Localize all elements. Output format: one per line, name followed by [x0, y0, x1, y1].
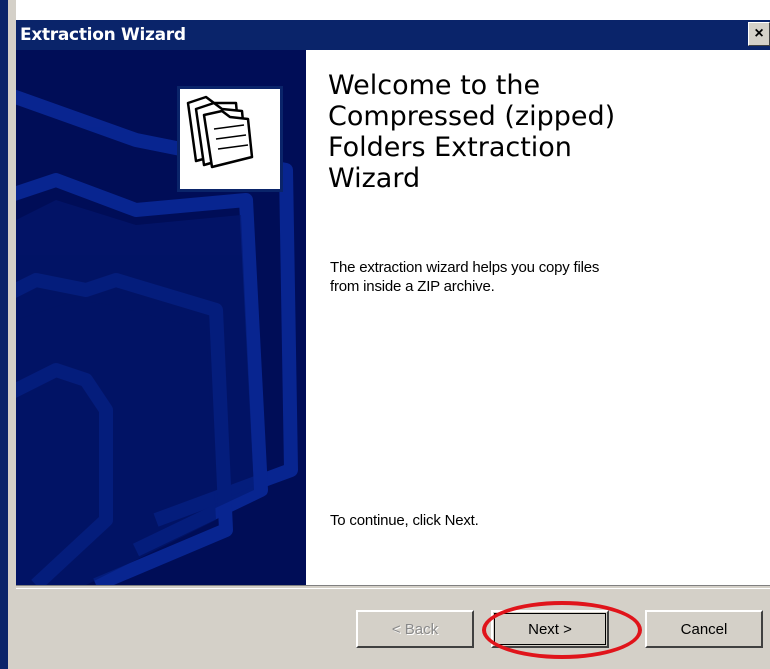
window-title: Extraction Wizard: [20, 25, 186, 45]
button-divider: [16, 585, 770, 589]
back-button[interactable]: < Back: [356, 610, 474, 648]
wizard-content: Welcome to the Compressed (zipped) Folde…: [306, 50, 770, 585]
close-icon: ×: [754, 25, 764, 42]
close-button[interactable]: ×: [748, 22, 770, 46]
top-strip: [16, 0, 770, 20]
wizard-banner: [16, 50, 306, 585]
wizard-description: The extraction wizard helps you copy fil…: [330, 259, 600, 295]
extraction-wizard-window: Extraction Wizard × Welcome to the Compr…: [0, 0, 770, 669]
cancel-button[interactable]: Cancel: [645, 610, 763, 648]
folders-icon: [177, 86, 283, 192]
continue-instruction: To continue, click Next.: [330, 512, 479, 529]
welcome-heading: Welcome to the Compressed (zipped) Folde…: [328, 70, 616, 194]
title-bar[interactable]: Extraction Wizard ×: [16, 20, 770, 50]
next-button[interactable]: Next >: [491, 610, 609, 648]
